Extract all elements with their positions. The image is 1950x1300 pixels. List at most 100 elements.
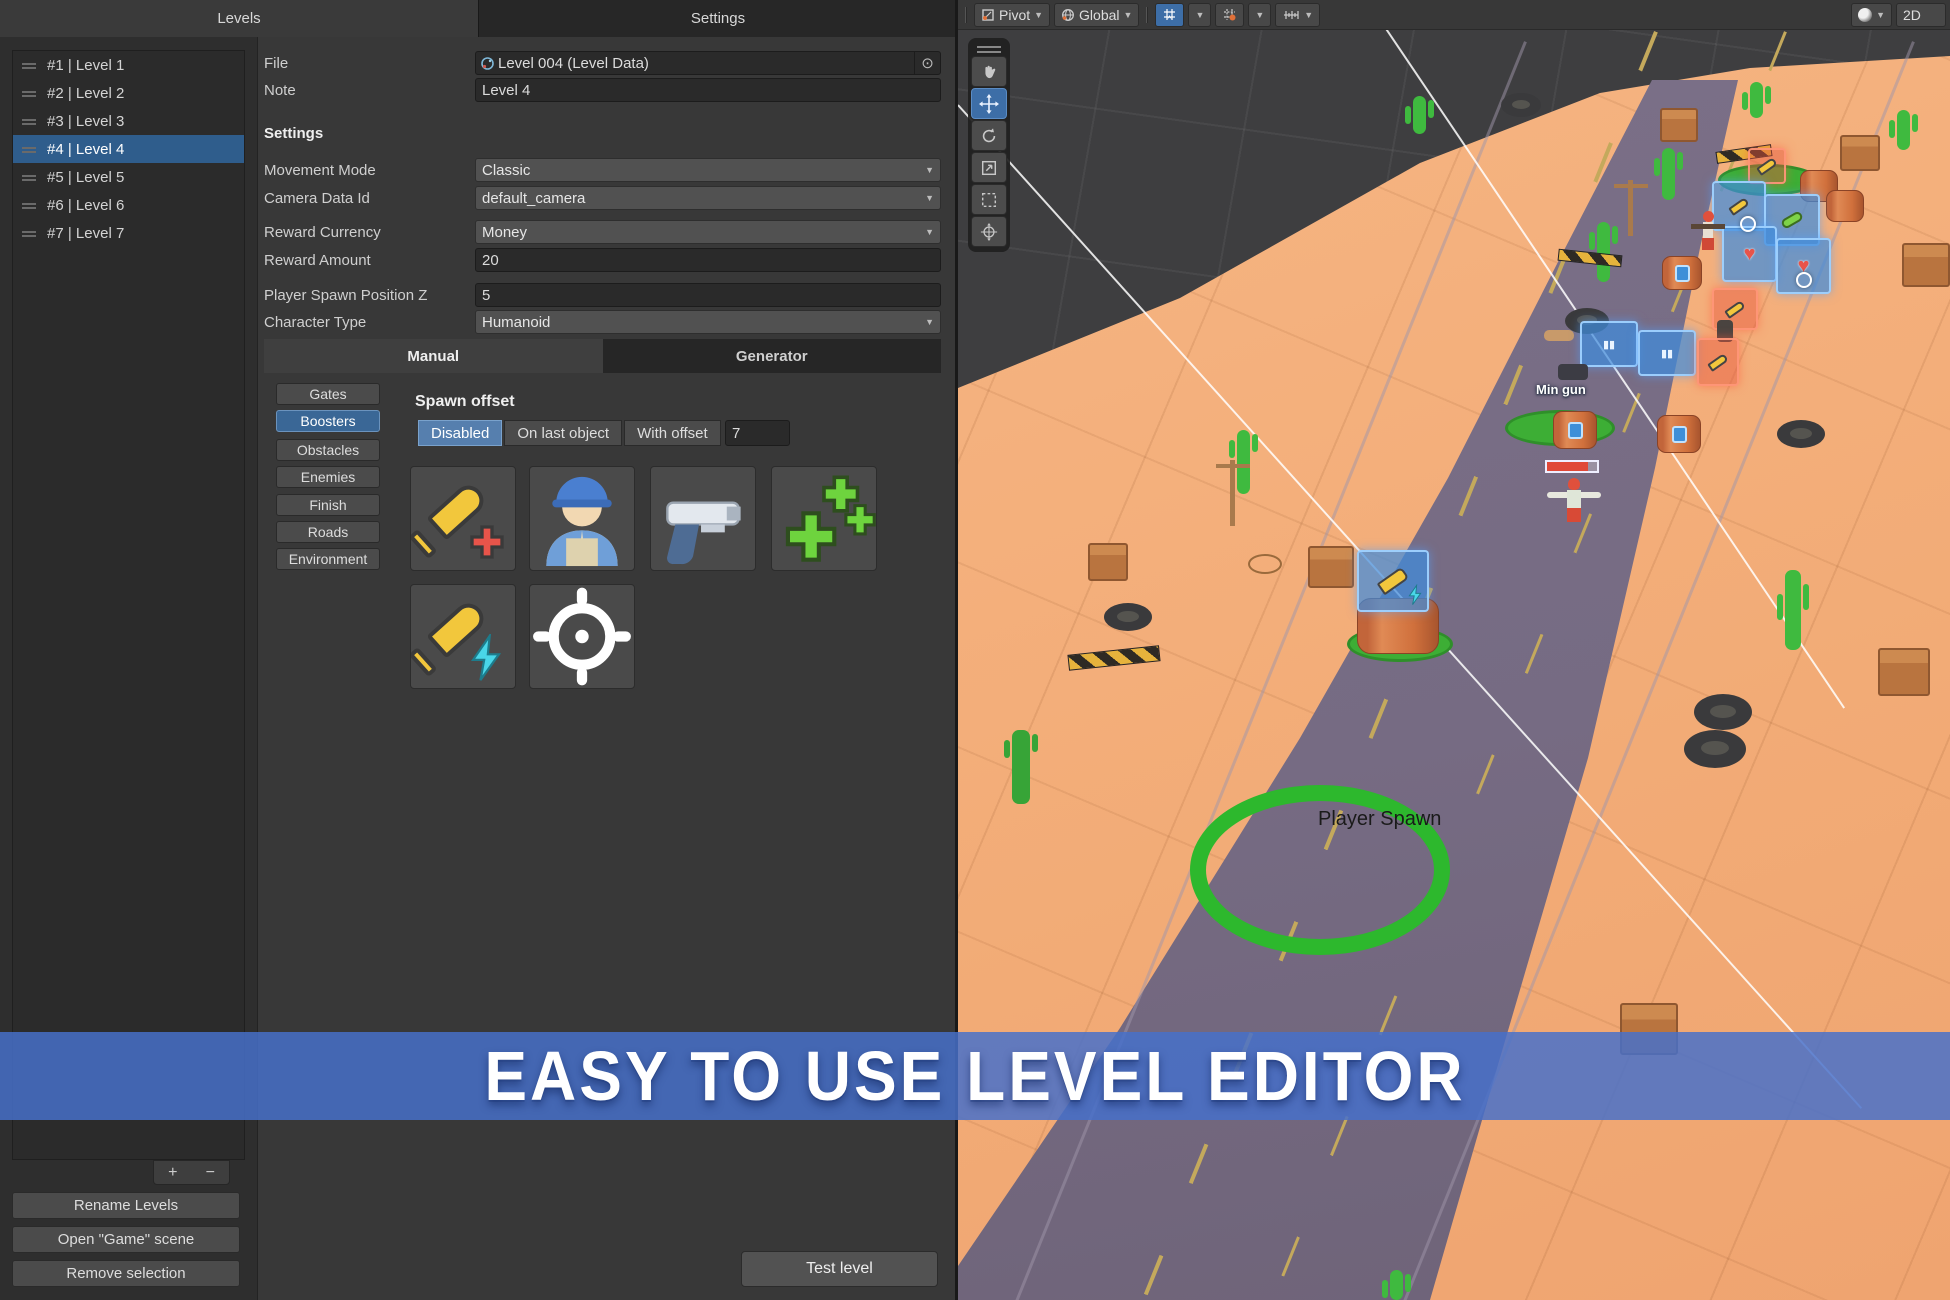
gate-blue[interactable]: ▮▮ bbox=[1638, 330, 1696, 376]
palette-crosshair-tile[interactable] bbox=[529, 584, 635, 689]
drag-handle-icon[interactable] bbox=[22, 63, 36, 65]
enemy-soldier[interactable] bbox=[1697, 211, 1714, 250]
minigun-object[interactable] bbox=[1558, 364, 1588, 380]
open-game-scene-button[interactable]: Open "Game" scene bbox=[12, 1226, 240, 1253]
category-enemies-button[interactable]: Enemies bbox=[276, 466, 380, 488]
category-boosters-button[interactable]: Boosters bbox=[276, 410, 380, 432]
spawn-offset-on-last-object-button[interactable]: On last object bbox=[504, 420, 622, 446]
drag-handle-icon[interactable] bbox=[22, 231, 36, 233]
booster-gate[interactable] bbox=[1357, 550, 1429, 612]
spawn-offset-disabled-button[interactable]: Disabled bbox=[418, 420, 502, 446]
rotate-tool[interactable] bbox=[971, 120, 1007, 151]
spawn-offset-with-offset-button[interactable]: With offset bbox=[624, 420, 721, 446]
object-picker-icon[interactable]: ⊙ bbox=[914, 52, 940, 74]
level-list-item[interactable]: #7 | Level 7 bbox=[13, 219, 244, 247]
telephone-pole[interactable] bbox=[1230, 460, 1235, 526]
toolbar-drag-handle[interactable] bbox=[965, 7, 967, 23]
cactus[interactable] bbox=[1390, 1270, 1403, 1300]
barrel[interactable] bbox=[1657, 415, 1701, 453]
rect-tool[interactable] bbox=[971, 184, 1007, 215]
level-list-item[interactable]: #6 | Level 6 bbox=[13, 191, 244, 219]
reward-currency-dropdown[interactable]: Money▼ bbox=[475, 220, 941, 244]
tab-settings[interactable]: Settings bbox=[479, 0, 958, 37]
cactus[interactable] bbox=[1237, 430, 1250, 494]
pivot-toggle-button[interactable]: Pivot ▼ bbox=[974, 3, 1050, 27]
tab-manual[interactable]: Manual bbox=[264, 339, 603, 373]
palette-bullet-lightning-tile[interactable] bbox=[410, 584, 516, 689]
add-level-button[interactable]: + bbox=[154, 1161, 192, 1184]
telephone-pole[interactable] bbox=[1628, 180, 1633, 236]
category-gates-button[interactable]: Gates bbox=[276, 383, 380, 405]
level-list-item[interactable]: #5 | Level 5 bbox=[13, 163, 244, 191]
player-spawn-z-input[interactable] bbox=[475, 283, 941, 307]
global-toggle-button[interactable]: Global ▼ bbox=[1054, 3, 1139, 27]
transform-tool[interactable] bbox=[971, 216, 1007, 247]
spawn-offset-value-input[interactable] bbox=[725, 420, 790, 446]
cactus[interactable] bbox=[1662, 148, 1675, 200]
palette-bullet-plus-tile[interactable] bbox=[410, 466, 516, 571]
gate-blue[interactable]: ▮▮ bbox=[1580, 321, 1638, 367]
drag-handle-icon[interactable] bbox=[22, 175, 36, 177]
view-hand-tool[interactable] bbox=[971, 56, 1007, 87]
character-type-dropdown[interactable]: Humanoid▼ bbox=[475, 310, 941, 334]
crate-box[interactable] bbox=[1878, 648, 1930, 696]
tab-levels[interactable]: Levels bbox=[0, 0, 479, 37]
tab-generator[interactable]: Generator bbox=[603, 339, 942, 373]
palette-health-crosses-tile[interactable] bbox=[771, 466, 877, 571]
drag-handle-icon[interactable] bbox=[22, 203, 36, 205]
category-obstacles-button[interactable]: Obstacles bbox=[276, 439, 380, 461]
rope-lasso[interactable] bbox=[1248, 554, 1282, 574]
crate-box[interactable] bbox=[1902, 243, 1950, 287]
move-tool[interactable] bbox=[971, 88, 1007, 119]
tire-stack[interactable] bbox=[1684, 730, 1746, 768]
gate-red[interactable] bbox=[1697, 338, 1739, 386]
scale-tool[interactable] bbox=[971, 152, 1007, 183]
reward-amount-input[interactable] bbox=[475, 248, 941, 272]
palette-soldier-tile[interactable] bbox=[529, 466, 635, 571]
tire-stack[interactable] bbox=[1694, 694, 1752, 730]
level-list-item-selected[interactable]: #4 | Level 4 bbox=[13, 135, 244, 163]
overlay-drag-handle[interactable] bbox=[977, 46, 1001, 48]
note-input[interactable] bbox=[475, 78, 941, 102]
level-list-item[interactable]: #3 | Level 3 bbox=[13, 107, 244, 135]
gate-blue[interactable]: ♥ bbox=[1722, 226, 1777, 282]
barrel[interactable] bbox=[1662, 256, 1702, 290]
test-level-button[interactable]: Test level bbox=[741, 1251, 938, 1287]
cactus[interactable] bbox=[1012, 730, 1030, 804]
level-list-item[interactable]: #2 | Level 2 bbox=[13, 79, 244, 107]
cactus[interactable] bbox=[1750, 82, 1763, 118]
drag-handle-icon[interactable] bbox=[22, 91, 36, 93]
drag-handle-icon[interactable] bbox=[22, 119, 36, 121]
cactus[interactable] bbox=[1413, 96, 1426, 134]
camera-data-id-dropdown[interactable]: default_camera▼ bbox=[475, 186, 941, 210]
cactus[interactable] bbox=[1897, 110, 1910, 150]
toggle-2d-button[interactable]: 2D bbox=[1896, 3, 1946, 27]
barrel[interactable] bbox=[1553, 411, 1597, 449]
movement-mode-dropdown[interactable]: Classic▼ bbox=[475, 158, 941, 182]
grid-snapping-toggle[interactable] bbox=[1155, 3, 1184, 27]
tire[interactable] bbox=[1777, 420, 1825, 448]
crate-box[interactable] bbox=[1660, 108, 1698, 142]
grid-visibility-dropdown[interactable]: ▼ bbox=[1248, 3, 1271, 27]
shading-mode-button[interactable]: ▼ bbox=[1851, 3, 1892, 27]
grid-snapping-dropdown[interactable]: ▼ bbox=[1188, 3, 1211, 27]
tire[interactable] bbox=[1501, 93, 1541, 117]
drag-handle-icon[interactable] bbox=[22, 147, 36, 149]
dog[interactable] bbox=[1544, 330, 1574, 341]
cactus[interactable] bbox=[1785, 570, 1801, 650]
crate-box[interactable] bbox=[1840, 135, 1880, 171]
increment-snap-button[interactable]: ▼ bbox=[1275, 3, 1320, 27]
palette-pistol-tile[interactable] bbox=[650, 466, 756, 571]
remove-selection-button[interactable]: Remove selection bbox=[12, 1260, 240, 1287]
file-object-field[interactable]: Level 004 (Level Data) ⊙ bbox=[475, 51, 941, 75]
remove-level-button[interactable]: − bbox=[192, 1161, 230, 1184]
tire[interactable] bbox=[1104, 603, 1152, 631]
barrel[interactable] bbox=[1826, 190, 1864, 222]
rename-levels-button[interactable]: Rename Levels bbox=[12, 1192, 240, 1219]
enemy-tpose[interactable] bbox=[1547, 478, 1601, 528]
grid-visibility-button[interactable] bbox=[1215, 3, 1244, 27]
category-finish-button[interactable]: Finish bbox=[276, 494, 380, 516]
crate-box[interactable] bbox=[1308, 546, 1354, 588]
crate-box[interactable] bbox=[1088, 543, 1128, 581]
level-list-item[interactable]: #1 | Level 1 bbox=[13, 51, 244, 79]
